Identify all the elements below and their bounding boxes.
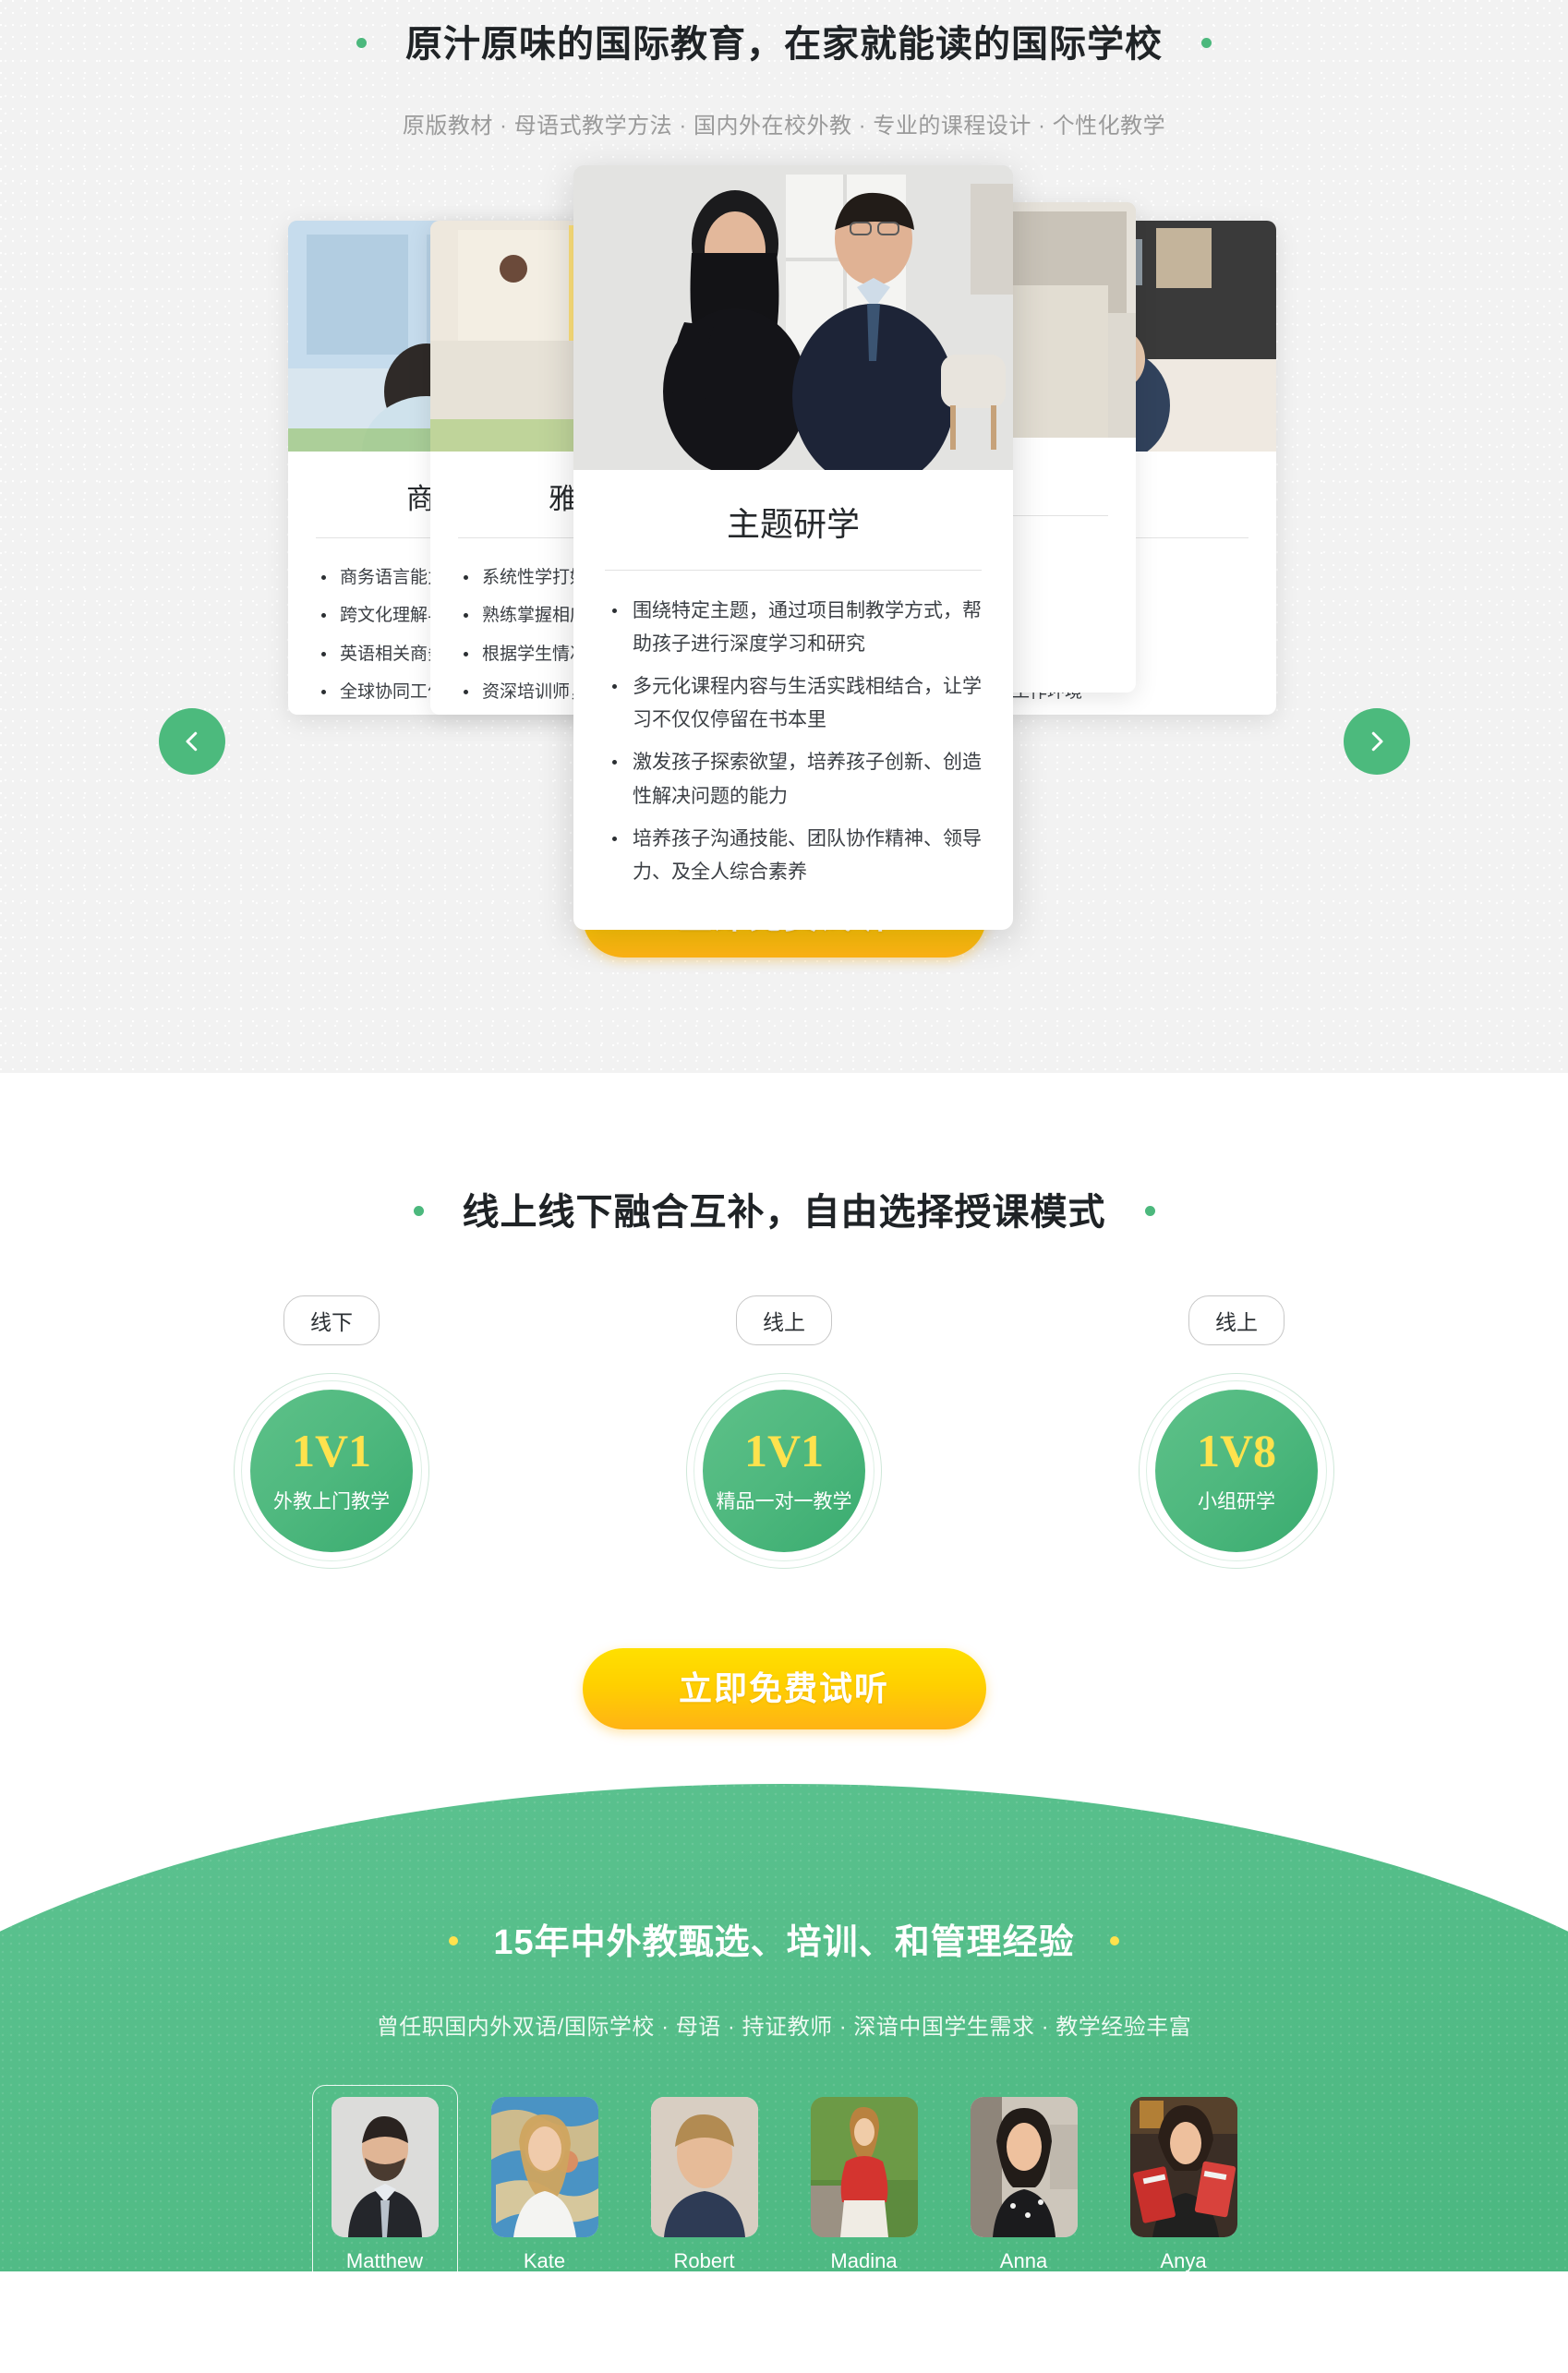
free-trial-button-modes[interactable]: 立即免费试听 [582,1648,986,1729]
decorative-dot-left [413,1205,424,1216]
mode-circle-ring-inner: 1V8 小组研学 [1146,1380,1327,1561]
mode-tag: 线上 [736,1295,832,1345]
teacher-card-kate[interactable]: Kate [472,2085,618,2271]
course-bullet: 激发孩子探索欲望，培养孩子创新、创造性解决问题的能力 [605,746,982,813]
modes-title-text: 线上线下融合互补，自由选择授课模式 [462,1192,1106,1233]
teacher-avatar [810,2097,918,2237]
mode-circle: 1V8 小组研学 [1155,1390,1318,1552]
teachers-section-title: 15年中外教甄选、培训、和管理经验 [0,1784,1568,1964]
avatar-photo [810,2097,918,2237]
teacher-name: Anna [999,2249,1048,2271]
teacher-avatar [970,2097,1078,2237]
teachers-section: 15年中外教甄选、培训、和管理经验 曾任职国内外双语/国际学校 · 母语 · 持… [0,1784,1568,2271]
teacher-card-matthew[interactable]: Matthew [311,2085,458,2271]
mode-ratio: 1V1 [291,1425,372,1476]
courses-section-title: 原汁原味的国际教育，在家就能读的国际学校 [0,0,1568,70]
course-bullet: 多元化课程内容与生活实践相结合，让学习不仅仅停留在书本里 [605,670,982,737]
teachers-section-subtitle: 曾任职国内外双语/国际学校 · 母语 · 持证教师 · 深谙中国学生需求 · 教… [376,2015,1192,2040]
teacher-avatar [331,2097,439,2237]
carousel-next-button[interactable] [1344,708,1410,775]
avatar-photo [650,2097,758,2237]
avatar-photo [970,2097,1078,2237]
modes-cta-container: 立即免费试听 [0,1648,1568,1729]
chevron-left-icon [186,731,198,752]
teacher-avatar [650,2097,758,2237]
teacher-card-anya[interactable]: Anya [1111,2085,1257,2271]
courses-section: 原汁原味的国际教育，在家就能读的国际学校 原版教材 · 母语式教学方法 · 国内… [0,0,1568,1073]
mode-circle-ring-inner: 1V1 精品一对一教学 [694,1380,874,1561]
mode-circle-ring-outer: 1V1 外教上门教学 [234,1373,429,1569]
course-card-body: 主题研学 围绕特定主题，通过项目制教学方式，帮助孩子进行深度学习和研究 多元化课… [573,470,1013,930]
courses-section-subtitle: 原版教材 · 母语式教学方法 · 国内外在校外教 · 专业的课程设计 · 个性化… [402,114,1166,139]
decorative-dot-right [1109,1935,1119,1945]
mode-circle-ring-outer: 1V1 精品一对一教学 [686,1373,882,1569]
mode-ratio: 1V1 [743,1425,825,1476]
courses-title-text: 原汁原味的国际教育，在家就能读的国际学校 [405,24,1163,65]
modes-list: 线下 1V1 外教上门教学 线上 1V1 精品一对一教学 线上 1V8 小组研学 [0,1295,1568,1569]
mode-item[interactable]: 线上 1V8 小组研学 [1080,1295,1393,1569]
teacher-name: Anya [1160,2249,1207,2271]
decorative-dot-right [1201,37,1212,48]
teachers-title-text: 15年中外教甄选、培训、和管理经验 [493,1923,1075,1962]
avatar-photo [1129,2097,1237,2237]
modes-section-title: 线上线下融合互补，自由选择授课模式 [0,1073,1568,1235]
teacher-avatar [490,2097,598,2237]
mode-circle: 1V1 精品一对一教学 [703,1390,865,1552]
mode-circle: 1V1 外教上门教学 [250,1390,413,1552]
avatar-photo [331,2097,439,2237]
course-card-featured[interactable]: 主题研学 围绕特定主题，通过项目制教学方式，帮助孩子进行深度学习和研究 多元化课… [573,165,1013,930]
teacher-name: Madina [830,2249,898,2271]
teaching-modes-section: 线上线下融合互补，自由选择授课模式 线下 1V1 外教上门教学 线上 1V1 精… [0,1073,1568,1885]
course-card-image [573,165,1013,470]
decorative-dot-right [1144,1205,1155,1216]
course-bullet: 围绕特定主题，通过项目制教学方式，帮助孩子进行深度学习和研究 [605,595,982,661]
course-card-bullets: 围绕特定主题，通过项目制教学方式，帮助孩子进行深度学习和研究 多元化课程内容与生… [605,595,982,889]
landing-page: 原汁原味的国际教育，在家就能读的国际学校 原版教材 · 母语式教学方法 · 国内… [0,0,1568,2271]
teacher-name: Robert [673,2249,735,2271]
teacher-card-madina[interactable]: Madina [791,2085,937,2271]
mode-circle-ring-outer: 1V8 小组研学 [1139,1373,1334,1569]
course-carousel: 商务英语 商务语言能力提升 跨文化理解与沟通 英语相关商务技能 全球协同工作能力 [0,165,1568,930]
teacher-card-robert[interactable]: Robert [632,2085,778,2271]
teacher-card-anna[interactable]: Anna [951,2085,1097,2271]
course-card-title: 主题研学 [605,470,982,571]
mode-tag: 线下 [283,1295,380,1345]
mode-label: 小组研学 [1198,1491,1275,1512]
mode-item[interactable]: 线下 1V1 外教上门教学 [175,1295,488,1569]
teacher-avatar [1129,2097,1237,2237]
decorative-dot-left [356,37,367,48]
mode-tag: 线上 [1188,1295,1285,1345]
mode-label: 外教上门教学 [273,1491,390,1512]
teacher-list: Matthew Kate Robert Madina Anna Anya [0,2085,1568,2271]
decorative-dot-left [449,1935,459,1945]
course-bullet: 培养孩子沟通技能、团队协作精神、领导力、及全人综合素养 [605,823,982,889]
chevron-right-icon [1371,731,1383,752]
avatar-photo [490,2097,598,2237]
mode-ratio: 1V8 [1196,1425,1277,1476]
mode-item[interactable]: 线上 1V1 精品一对一教学 [627,1295,941,1569]
mode-circle-ring-inner: 1V1 外教上门教学 [241,1380,422,1561]
mode-label: 精品一对一教学 [716,1491,852,1512]
carousel-prev-button[interactable] [159,708,225,775]
two-teachers-photo [573,165,1013,470]
teacher-name: Matthew [345,2249,424,2271]
teacher-name: Kate [523,2249,566,2271]
